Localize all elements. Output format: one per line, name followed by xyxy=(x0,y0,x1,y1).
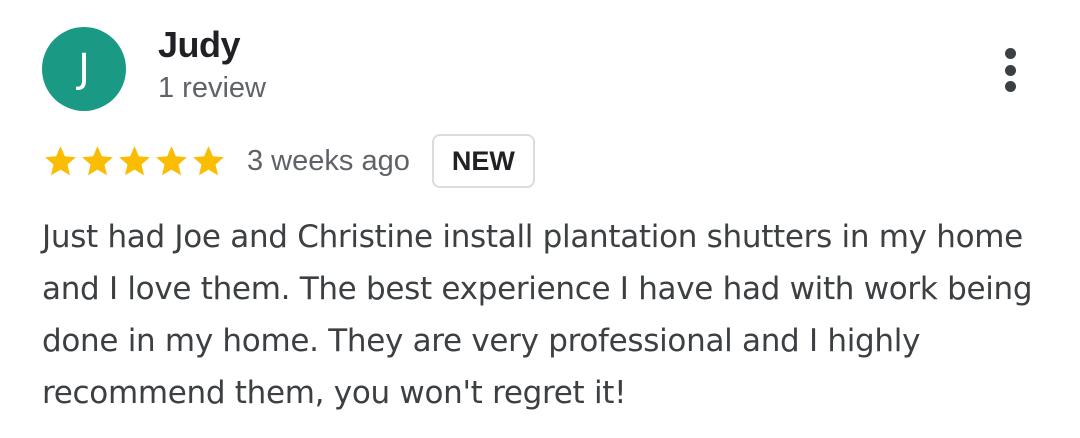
more-vert-icon-dot xyxy=(1004,64,1016,76)
new-badge: NEW xyxy=(431,134,535,188)
review-text: Just had Joe and Christine install plant… xyxy=(42,219,1033,411)
more-vert-icon-dot xyxy=(1004,81,1016,92)
more-options-button[interactable] xyxy=(992,44,1028,96)
star-icon xyxy=(82,145,113,175)
avatar[interactable]: J xyxy=(42,27,126,111)
star-icon xyxy=(119,145,150,175)
review-time: 3 weeks ago xyxy=(247,144,410,177)
avatar-initial: J xyxy=(78,46,90,92)
star-rating xyxy=(42,143,227,180)
more-vert-icon xyxy=(1004,48,1016,59)
rating-row: 3 weeks ago NEW xyxy=(42,133,535,189)
star-icon xyxy=(193,145,224,175)
star-icon xyxy=(45,145,76,175)
reviewer-name[interactable]: Judy xyxy=(158,24,241,66)
review-count: 1 review xyxy=(158,72,266,104)
star-icon xyxy=(156,145,187,175)
